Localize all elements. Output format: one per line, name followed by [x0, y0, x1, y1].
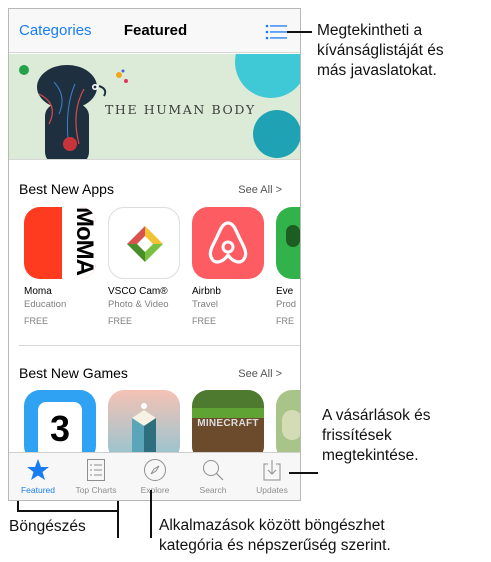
- tab-top-charts[interactable]: Top Charts: [67, 453, 125, 500]
- app-name: VSCO Cam®: [108, 286, 168, 297]
- app-name: Eve: [276, 286, 294, 297]
- tab-updates[interactable]: Updates: [243, 453, 300, 500]
- app-store-screen: Categories Featured THE HUMAN BODY Best …: [8, 8, 301, 501]
- callout-categories: Alkalmazások között böngészhet kategória…: [159, 517, 391, 554]
- callout-line: [289, 472, 318, 474]
- app-name: Airbnb: [192, 286, 221, 297]
- app-price: FREE: [108, 316, 133, 326]
- app-price: FREE: [24, 316, 49, 326]
- callout-purchases: A vásárlások és frissítések megtekintése…: [322, 407, 431, 464]
- section-title-best-new-games: Best New Games: [19, 365, 128, 381]
- divider: [19, 345, 300, 346]
- tab-label: Featured: [20, 485, 56, 495]
- moma-icon: MoMA: [24, 207, 96, 279]
- eve-icon: [276, 207, 300, 279]
- tab-label: Top Charts: [75, 485, 117, 495]
- callout-browse: Böngészés: [9, 518, 86, 535]
- callout-wishlist: Megtekintheti a kívánságlistáját és más …: [317, 22, 444, 79]
- see-all-apps-link[interactable]: See All >: [238, 184, 282, 196]
- divider: [9, 159, 300, 160]
- section-title-best-new-apps: Best New Apps: [19, 181, 114, 197]
- tab-label: Explore: [140, 485, 170, 495]
- callout-line: [287, 31, 312, 33]
- airbnb-logo: [208, 221, 248, 264]
- tab-label: Search: [199, 485, 227, 495]
- app-price: FREE: [192, 316, 217, 326]
- app-category: Photo & Video: [108, 299, 169, 310]
- callout-line: [150, 490, 152, 538]
- airbnb-icon: [192, 207, 264, 279]
- app-name: Moma: [24, 286, 52, 297]
- app-item[interactable]: MoMA Moma Education FREE: [24, 207, 102, 326]
- vsco-logo: [127, 226, 163, 262]
- tab-search[interactable]: Search: [184, 453, 242, 500]
- app-category: Education: [24, 299, 67, 310]
- search-icon: [203, 460, 224, 481]
- tab-bar: Featured Top Charts Explore Search Updat…: [9, 452, 300, 500]
- star-icon: [27, 459, 49, 480]
- callout-line: [117, 510, 119, 538]
- app-item[interactable]: Airbnb Travel FREE: [192, 207, 270, 326]
- nav-bar: Categories Featured: [9, 9, 300, 53]
- callout-line: [17, 510, 118, 512]
- top-charts-icon: [87, 459, 105, 481]
- see-all-games-link[interactable]: See All >: [238, 368, 282, 380]
- banner-title: THE HUMAN BODY: [105, 102, 256, 117]
- list-icon[interactable]: [265, 24, 287, 40]
- tab-explore[interactable]: Explore: [126, 453, 184, 500]
- updates-icon: [263, 460, 281, 481]
- app-category: Travel: [192, 299, 219, 310]
- app-item[interactable]: Eve Prod FRE: [276, 207, 300, 326]
- compass-icon: [144, 459, 166, 481]
- page-title: Featured: [123, 22, 188, 39]
- featured-banner[interactable]: THE HUMAN BODY: [9, 54, 300, 159]
- tab-featured[interactable]: Featured: [9, 453, 67, 500]
- vsco-icon: [108, 207, 180, 279]
- tab-label: Updates: [256, 485, 288, 495]
- app-price: FRE: [276, 316, 294, 326]
- app-item[interactable]: VSCO Cam® Photo & Video FREE: [108, 207, 186, 326]
- app-category: Prod: [276, 299, 297, 310]
